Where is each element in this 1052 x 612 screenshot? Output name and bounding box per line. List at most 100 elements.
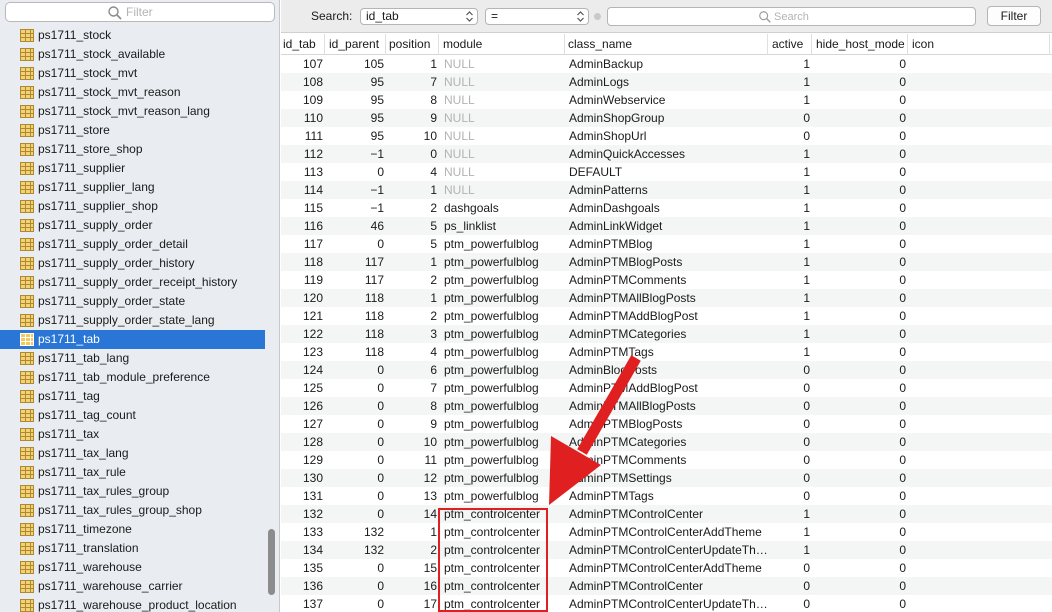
cell-module[interactable]: ptm_powerfulblog xyxy=(441,325,565,343)
cell-hide-host-mode[interactable]: 0 xyxy=(814,145,908,163)
cell-hide-host-mode[interactable]: 0 xyxy=(814,361,908,379)
cell-active[interactable]: 1 xyxy=(770,91,812,109)
sidebar-table-item[interactable]: ps1711_tag xyxy=(0,387,265,406)
cell-icon[interactable] xyxy=(910,325,1050,343)
cell-class-name[interactable]: AdminPTMBlogPosts xyxy=(566,415,768,433)
cell-id-tab[interactable]: 109 xyxy=(281,91,325,109)
cell-module[interactable]: ptm_powerfulblog xyxy=(441,235,565,253)
search-value-field[interactable] xyxy=(607,7,976,26)
cell-module[interactable]: ptm_controlcenter xyxy=(441,505,565,523)
sidebar-table-item[interactable]: ps1711_tag_count xyxy=(0,406,265,425)
cell-class-name[interactable]: AdminPTMControlCenterUpdateTh… xyxy=(566,541,768,559)
table-row[interactable]: 112 −1 0 NULL AdminQuickAccesses 1 0 xyxy=(281,145,1052,163)
cell-class-name[interactable]: AdminPTMBlog xyxy=(566,235,768,253)
cell-active[interactable]: 1 xyxy=(770,199,812,217)
cell-id-tab[interactable]: 122 xyxy=(281,325,325,343)
cell-id-parent[interactable]: 118 xyxy=(327,307,386,325)
cell-position[interactable]: 5 xyxy=(387,217,439,235)
cell-icon[interactable] xyxy=(910,73,1050,91)
cell-class-name[interactable]: AdminPTMAllBlogPosts xyxy=(566,289,768,307)
cell-position[interactable]: 12 xyxy=(387,469,439,487)
cell-icon[interactable] xyxy=(910,505,1050,523)
cell-id-parent[interactable]: 117 xyxy=(327,271,386,289)
cell-active[interactable]: 0 xyxy=(770,397,812,415)
cell-active[interactable]: 1 xyxy=(770,73,812,91)
cell-position[interactable]: 2 xyxy=(387,271,439,289)
cell-hide-host-mode[interactable]: 0 xyxy=(814,289,908,307)
cell-module[interactable]: ptm_powerfulblog xyxy=(441,271,565,289)
cell-module[interactable]: ptm_powerfulblog xyxy=(441,487,565,505)
sidebar-table-item[interactable]: ps1711_tax_rules_group_shop xyxy=(0,501,265,520)
cell-module[interactable]: NULL xyxy=(441,127,565,145)
sidebar-table-item[interactable]: ps1711_translation xyxy=(0,539,265,558)
table-row[interactable]: 113 0 4 NULL DEFAULT 1 0 xyxy=(281,163,1052,181)
table-row[interactable]: 114 −1 1 NULL AdminPatterns 1 0 xyxy=(281,181,1052,199)
cell-module[interactable]: ps_linklist xyxy=(441,217,565,235)
table-row[interactable]: 119 117 2 ptm_powerfulblog AdminPTMComments 1… xyxy=(281,271,1052,289)
cell-module[interactable]: ptm_controlcenter xyxy=(441,595,565,612)
cell-class-name[interactable]: AdminQuickAccesses xyxy=(566,145,768,163)
cell-class-name[interactable]: AdminLogs xyxy=(566,73,768,91)
cell-class-name[interactable]: AdminShopUrl xyxy=(566,127,768,145)
sidebar-table-item[interactable]: ps1711_stock xyxy=(0,26,265,45)
sidebar-table-item[interactable]: ps1711_supply_order_detail xyxy=(0,235,265,254)
cell-active[interactable]: 1 xyxy=(770,523,812,541)
cell-module[interactable]: ptm_powerfulblog xyxy=(441,397,565,415)
table-row[interactable]: 134 132 2 ptm_controlcenter AdminPTMControlC… xyxy=(281,541,1052,559)
sidebar-scrollbar[interactable] xyxy=(268,529,275,595)
cell-id-parent[interactable]: −1 xyxy=(327,199,386,217)
cell-position[interactable]: 2 xyxy=(387,541,439,559)
cell-id-tab[interactable]: 107 xyxy=(281,55,325,73)
cell-module[interactable]: NULL xyxy=(441,73,565,91)
cell-module[interactable]: ptm_powerfulblog xyxy=(441,307,565,325)
cell-module[interactable]: NULL xyxy=(441,91,565,109)
cell-hide-host-mode[interactable]: 0 xyxy=(814,379,908,397)
cell-id-parent[interactable]: 95 xyxy=(327,73,386,91)
cell-hide-host-mode[interactable]: 0 xyxy=(814,487,908,505)
sidebar-table-item[interactable]: ps1711_warehouse_product_location xyxy=(0,596,265,612)
header-col-id-parent[interactable]: id_parent xyxy=(327,34,386,55)
cell-id-parent[interactable]: 0 xyxy=(327,415,386,433)
table-row[interactable]: 120 118 1 ptm_powerfulblog AdminPTMAllBlogPo… xyxy=(281,289,1052,307)
cell-id-tab[interactable]: 116 xyxy=(281,217,325,235)
cell-hide-host-mode[interactable]: 0 xyxy=(814,595,908,612)
cell-id-tab[interactable]: 130 xyxy=(281,469,325,487)
cell-active[interactable]: 1 xyxy=(770,181,812,199)
cell-class-name[interactable]: AdminPTMBlogPosts xyxy=(566,253,768,271)
cell-id-parent[interactable]: 0 xyxy=(327,163,386,181)
cell-id-tab[interactable]: 118 xyxy=(281,253,325,271)
cell-id-parent[interactable]: −1 xyxy=(327,181,386,199)
cell-active[interactable]: 1 xyxy=(770,541,812,559)
cell-position[interactable]: 16 xyxy=(387,577,439,595)
cell-active[interactable]: 0 xyxy=(770,595,812,612)
cell-position[interactable]: 1 xyxy=(387,253,439,271)
table-row[interactable]: 109 95 8 NULL AdminWebservice 1 0 xyxy=(281,91,1052,109)
cell-active[interactable]: 0 xyxy=(770,577,812,595)
cell-hide-host-mode[interactable]: 0 xyxy=(814,253,908,271)
cell-position[interactable]: 14 xyxy=(387,505,439,523)
cell-hide-host-mode[interactable]: 0 xyxy=(814,415,908,433)
cell-position[interactable]: 13 xyxy=(387,487,439,505)
cell-id-tab[interactable]: 134 xyxy=(281,541,325,559)
filter-button[interactable]: Filter xyxy=(987,6,1041,26)
cell-id-tab[interactable]: 108 xyxy=(281,73,325,91)
cell-icon[interactable] xyxy=(910,253,1050,271)
cell-id-tab[interactable]: 133 xyxy=(281,523,325,541)
table-row[interactable]: 124 0 6 ptm_powerfulblog AdminBlogPosts 0 0 xyxy=(281,361,1052,379)
table-row[interactable]: 136 0 16 ptm_controlcenter AdminPTMControlCe… xyxy=(281,577,1052,595)
cell-hide-host-mode[interactable]: 0 xyxy=(814,127,908,145)
cell-class-name[interactable]: AdminBlogPosts xyxy=(566,361,768,379)
sidebar-table-item[interactable]: ps1711_supply_order_receipt_history xyxy=(0,273,265,292)
cell-icon[interactable] xyxy=(910,289,1050,307)
cell-position[interactable]: 5 xyxy=(387,235,439,253)
cell-position[interactable]: 10 xyxy=(387,433,439,451)
table-row[interactable]: 121 118 2 ptm_powerfulblog AdminPTMAddBlogPo… xyxy=(281,307,1052,325)
cell-class-name[interactable]: AdminPTMCategories xyxy=(566,433,768,451)
cell-module[interactable]: ptm_powerfulblog xyxy=(441,343,565,361)
sidebar-table-item[interactable]: ps1711_warehouse_carrier xyxy=(0,577,265,596)
cell-hide-host-mode[interactable]: 0 xyxy=(814,325,908,343)
cell-position[interactable]: 9 xyxy=(387,109,439,127)
cell-icon[interactable] xyxy=(910,523,1050,541)
cell-position[interactable]: 8 xyxy=(387,397,439,415)
cell-id-parent[interactable]: −1 xyxy=(327,145,386,163)
